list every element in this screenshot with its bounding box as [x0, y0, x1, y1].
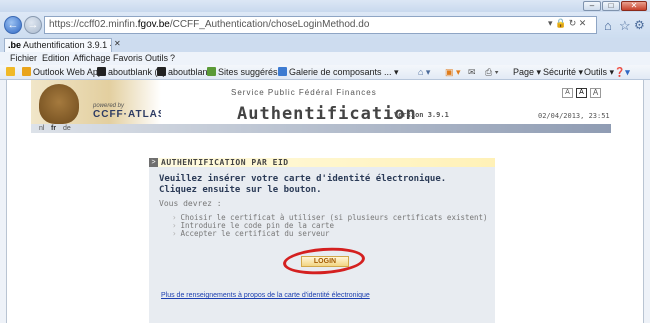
more-info-link[interactable]: Plus de renseignements à propos de la ca… — [161, 292, 370, 299]
favorites-star-icon[interactable]: ☆ — [619, 18, 631, 34]
service-name: Service Public Fédéral Finances — [231, 88, 377, 97]
tab-close-icon[interactable]: ✕ — [114, 39, 121, 48]
menu-fichier[interactable]: Fichier — [10, 52, 37, 64]
fav-aboutblank-2[interactable]: aboutblank (2) — [97, 65, 166, 79]
arrow-right-icon: > — [149, 158, 158, 167]
page-icon — [97, 67, 106, 76]
teddy-bear-icon — [39, 84, 79, 124]
tab-label: Authentification 3.9.1 - Ser... — [23, 40, 111, 50]
back-button[interactable]: ← — [4, 16, 22, 34]
rss-icon[interactable]: ▣ ▾ — [445, 65, 461, 79]
menu-help[interactable]: ? — [170, 52, 175, 64]
menu-page[interactable]: Page ▾ — [513, 65, 541, 79]
font-size-large-button[interactable]: A — [590, 88, 601, 98]
vous-devrez-label: Vous devrez : — [159, 199, 222, 208]
menu-outils[interactable]: Outils — [145, 52, 168, 64]
menu-affichage[interactable]: Affichage — [73, 52, 110, 64]
url-path: /CCFF_Authentication/choseLoginMethod.do — [169, 19, 370, 30]
instruction-text: Veuillez insérer votre carte d'identité … — [159, 174, 447, 195]
ccff-atlas-logo: powered by CCFF·ATLAS — [31, 80, 161, 124]
favorites-star-icon[interactable] — [6, 65, 17, 79]
menu-bar: Fichier Edition Affichage Favoris Outils… — [0, 52, 650, 65]
menu-favoris[interactable]: Favoris — [113, 52, 143, 64]
font-size-medium-button[interactable]: A — [576, 88, 587, 98]
lang-nl[interactable]: nl — [39, 124, 44, 133]
fav-galerie[interactable]: Galerie de composants ... ▾ — [278, 65, 399, 79]
font-size-small-button[interactable]: A — [562, 88, 573, 98]
fav-outlook[interactable]: Outlook Web App — [22, 65, 103, 79]
brand-name: CCFF·ATLAS — [93, 109, 161, 120]
eid-login-panel: > AUTHENTIFICATION PAR EID Veuillez insé… — [149, 158, 495, 323]
version-label: Version 3.9.1 — [394, 111, 449, 119]
print-icon[interactable]: ⎙ ▾ — [485, 65, 498, 79]
url-prefix: https://ccff02.minfin. — [49, 19, 138, 30]
maximize-button[interactable]: □ — [602, 1, 620, 11]
address-bar[interactable]: https://ccff02.minfin.fgov.be/CCFF_Authe… — [44, 16, 597, 34]
menu-outils-toolbar[interactable]: Outils ▾ — [584, 65, 614, 79]
step-item: › Accepter le certificat du serveur — [172, 229, 330, 238]
close-window-button[interactable]: ✕ — [621, 1, 647, 11]
menu-edition[interactable]: Edition — [42, 52, 70, 64]
fav-aboutblank[interactable]: aboutblank — [157, 65, 212, 79]
login-button[interactable]: LOGIN — [301, 256, 349, 267]
mail-icon[interactable]: ✉ — [468, 65, 476, 79]
outlook-icon — [22, 67, 31, 76]
sites-icon — [207, 67, 216, 76]
menu-securite[interactable]: Sécurité ▾ — [543, 65, 583, 79]
date-time: 02/04/2013, 23:51 — [538, 112, 610, 120]
home-icon[interactable]: ⌂ — [604, 18, 612, 33]
language-bar: nl fr de — [31, 124, 611, 133]
page-title: Authentification — [237, 104, 417, 124]
favorites-bar: Outlook Web App aboutblank (2) aboutblan… — [0, 65, 650, 80]
address-controls[interactable]: ▾ 🔒 ↻ ✕ — [548, 18, 586, 29]
web-page: powered by CCFF·ATLAS Service Public Féd… — [6, 80, 644, 323]
lang-de[interactable]: de — [63, 124, 71, 133]
minimize-button[interactable]: – — [583, 1, 601, 11]
bullet-arrow-icon: › — [172, 229, 177, 238]
tab-favicon: .be — [8, 40, 22, 50]
panel-title: AUTHENTIFICATION PAR EID — [161, 158, 289, 167]
window-titlebar — [0, 0, 650, 12]
url-domain: fgov.be — [137, 19, 170, 30]
page-icon — [157, 67, 166, 76]
help-icon[interactable]: ❓▾ — [614, 65, 630, 79]
fav-sites-suggeres[interactable]: Sites suggérés ▾ — [207, 65, 285, 79]
tab-authentification[interactable]: .be Authentification 3.9.1 - Ser... — [4, 38, 112, 52]
forward-button[interactable]: → — [24, 16, 42, 34]
lang-fr[interactable]: fr — [51, 124, 56, 133]
gear-icon[interactable]: ⚙ — [634, 18, 645, 32]
home-toolbar-icon[interactable]: ⌂ ▾ — [418, 65, 430, 79]
gallery-icon — [278, 67, 287, 76]
